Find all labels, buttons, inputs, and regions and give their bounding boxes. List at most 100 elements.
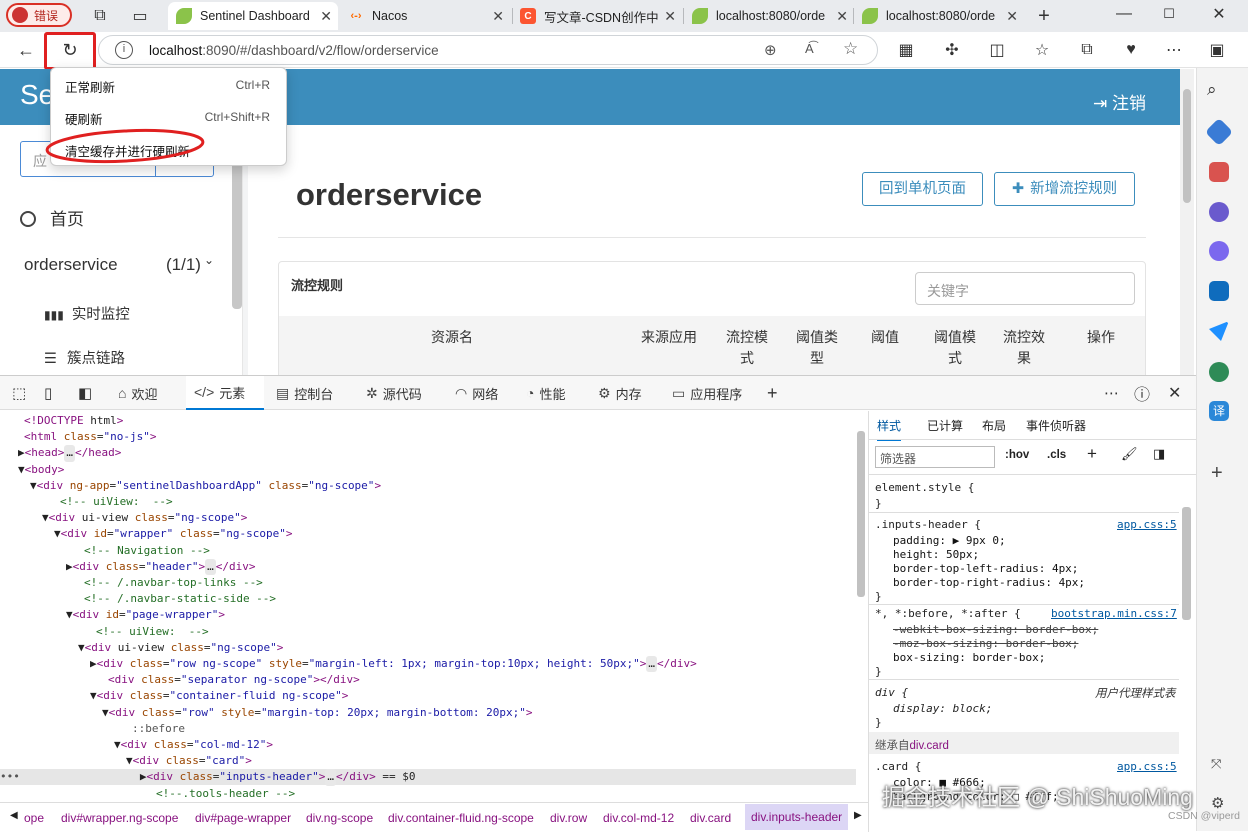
styles-scrollbar[interactable] xyxy=(1182,507,1191,620)
dom-node[interactable]: ▼<div id="page-wrapper"> xyxy=(66,607,225,623)
send-icon[interactable] xyxy=(1209,321,1229,341)
tab-sentinel[interactable]: Sentinel Dashboard ✕ xyxy=(168,2,338,30)
sidebar-toggle-icon[interactable]: ▣ xyxy=(1203,36,1231,64)
add-sidebar-icon[interactable]: + xyxy=(1211,462,1223,485)
dom-node[interactable]: ▼<div class="card"> xyxy=(126,753,252,769)
breadcrumb-item[interactable]: div.card xyxy=(690,811,731,825)
back-icon[interactable]: ← xyxy=(12,36,40,64)
crumb-right-arrow[interactable]: ▶ xyxy=(854,810,862,821)
breadcrumb-item[interactable]: div.ng-scope xyxy=(306,811,373,825)
close-icon[interactable]: ✕ xyxy=(492,8,504,25)
source-link[interactable]: bootstrap.min.css:7 xyxy=(1051,607,1177,620)
tab-localhost-1[interactable]: localhost:8080/orde ✕ xyxy=(684,2,854,30)
breadcrumb-item[interactable]: div.row xyxy=(550,811,587,825)
collections-icon[interactable]: ⧉ xyxy=(1073,36,1101,64)
close-icon[interactable]: ✕ xyxy=(664,8,676,25)
breadcrumb-item[interactable]: div#wrapper.ng-scope xyxy=(61,811,178,825)
page-scrollbar[interactable] xyxy=(1180,69,1194,375)
dom-node[interactable]: <!-- Navigation --> xyxy=(84,543,210,559)
maximize-icon[interactable]: ☐ xyxy=(1155,0,1183,28)
dom-node[interactable]: <!DOCTYPE html> xyxy=(24,413,123,429)
tab-localhost-2[interactable]: localhost:8080/orde ✕ xyxy=(854,2,1024,30)
close-icon[interactable]: ✕ xyxy=(1006,8,1018,25)
dom-node[interactable]: <!-- /.navbar-top-links --> xyxy=(84,575,263,591)
dom-node[interactable]: ▶<head>… </head> xyxy=(18,445,121,462)
tab-application[interactable]: ▭ 应用程序 xyxy=(672,376,742,410)
favorites-icon[interactable]: ☆ xyxy=(1028,36,1056,64)
dom-node[interactable]: ▶<div class="row ng-scope" style="margin… xyxy=(90,656,697,673)
search-icon[interactable]: ⌕ xyxy=(1207,80,1217,100)
reload-icon[interactable]: ↻ xyxy=(56,36,84,64)
app-icon[interactable]: ▦ xyxy=(892,36,920,64)
dom-node[interactable]: ▼<div class="row" style="margin-top: 20p… xyxy=(102,705,533,721)
workspaces-icon[interactable]: ⧉ xyxy=(86,2,114,30)
tab-actions-icon[interactable]: ▭ xyxy=(126,2,154,30)
close-icon[interactable]: ✕ xyxy=(836,8,848,25)
crumb-left-arrow[interactable]: ◀ xyxy=(10,810,18,821)
dom-node[interactable]: ▼<body> xyxy=(18,462,64,478)
menu-item-normal-reload[interactable]: 正常刷新 xyxy=(65,77,115,96)
tab-nacos[interactable]: ‹-› Nacos ✕ xyxy=(340,2,510,30)
dom-node[interactable]: ▼<div ui-view class="ng-scope"> xyxy=(78,640,283,656)
cls-toggle[interactable]: .cls xyxy=(1047,449,1066,461)
dom-node[interactable]: ▼<div class="col-md-12"> xyxy=(114,737,273,753)
hov-toggle[interactable]: :hov xyxy=(1005,449,1029,461)
help-icon[interactable]: ⓘ xyxy=(1134,376,1150,410)
dom-node[interactable]: <!--.tools-header --> xyxy=(156,786,295,801)
source-link[interactable]: app.css:5 xyxy=(1117,760,1177,773)
event-listeners-tab[interactable]: 事件侦听器 xyxy=(1026,417,1086,434)
tab-sources[interactable]: ✲ 源代码 xyxy=(366,376,422,410)
breadcrumb-item[interactable]: div.col-md-12 xyxy=(603,811,674,825)
breadcrumb-item[interactable]: div.container-fluid.ng-scope xyxy=(388,811,534,825)
dom-node[interactable]: ::before xyxy=(132,721,185,737)
tab-memory[interactable]: ⚙ 内存 xyxy=(598,376,642,410)
dom-node[interactable]: <!-- uiView: --> xyxy=(60,494,173,510)
device-emulation-icon[interactable]: ▯ xyxy=(44,376,52,410)
performance-icon[interactable]: ♥ xyxy=(1117,36,1145,64)
dom-node-selected[interactable]: ••• ▶<div class="inputs-header">… </div> =… xyxy=(0,769,856,786)
new-rule-icon[interactable]: + xyxy=(1087,444,1097,464)
styles-tab[interactable]: 样式 xyxy=(877,417,902,441)
new-tab-icon[interactable]: + xyxy=(1030,2,1058,30)
tab-network[interactable]: ◠ 网络 xyxy=(455,376,498,410)
copilot-icon[interactable] xyxy=(1209,241,1229,261)
dom-node[interactable]: ▼<div ui-view class="ng-scope"> xyxy=(42,510,247,526)
info-icon[interactable]: i xyxy=(115,41,133,59)
computed-tab[interactable]: 已计算 xyxy=(927,417,963,434)
favorite-icon[interactable]: ☆ xyxy=(843,39,858,59)
dom-tree-scrollbar[interactable] xyxy=(857,431,865,597)
outlook-icon[interactable] xyxy=(1209,281,1229,301)
close-window-icon[interactable]: ✕ xyxy=(1205,0,1233,28)
games-icon[interactable] xyxy=(1209,202,1229,222)
translate-icon[interactable]: 译 xyxy=(1209,401,1229,421)
tab-csdn[interactable]: C 写文章-CSDN创作中 ✕ xyxy=(512,2,682,30)
keyword-input[interactable]: 关键字 xyxy=(915,272,1135,305)
sidebar-item-realtime[interactable]: ▮▮▮ 实时监控 xyxy=(44,303,130,324)
sidebar-item-home[interactable]: 首页 xyxy=(20,205,84,230)
source-link[interactable]: app.css:5 xyxy=(1117,518,1177,531)
breadcrumb-item[interactable]: ope xyxy=(24,811,44,825)
back-to-single-button[interactable]: 回到单机页面 xyxy=(862,172,983,206)
dom-tree[interactable]: <!DOCTYPE html> <html class="no-js"> ▶<hea… xyxy=(0,411,858,801)
breadcrumb-item[interactable]: div.inputs-header xyxy=(745,804,849,830)
split-screen-icon[interactable]: ◫ xyxy=(983,36,1011,64)
tab-performance[interactable]: ◔ 性能 xyxy=(526,376,565,410)
extensions-icon[interactable]: ✣ xyxy=(938,36,966,64)
close-icon[interactable]: ✕ xyxy=(320,8,332,25)
dom-node[interactable]: <div class="separator ng-scope"></div> xyxy=(108,672,360,688)
more-tools-icon[interactable]: ⋯ xyxy=(1104,376,1119,410)
tag-icon[interactable] xyxy=(1204,117,1234,147)
hide-sidebar-icon[interactable]: ⤧ xyxy=(1211,756,1221,772)
dom-node[interactable]: ▼<div ng-app="sentinelDashboardApp" clas… xyxy=(30,478,381,494)
dom-node[interactable]: ▶<div class="header">… </div> xyxy=(66,558,255,575)
sidebar-pane-icon[interactable]: ◨ xyxy=(1153,446,1165,462)
logout-link[interactable]: ⇥ 注销 xyxy=(1093,89,1146,114)
add-flow-rule-button[interactable]: ✚ 新增流控规则 xyxy=(994,172,1135,206)
profile-error-badge[interactable]: 错误 xyxy=(6,3,72,27)
inspect-icon[interactable]: ⬚ xyxy=(12,376,26,410)
minimize-icon[interactable]: — xyxy=(1110,0,1138,28)
zoom-icon[interactable]: ⊕ xyxy=(764,41,777,59)
tab-welcome[interactable]: ⌂ 欢迎 xyxy=(118,376,157,410)
tools-icon[interactable] xyxy=(1209,162,1229,182)
dom-node[interactable]: <!-- /.navbar-static-side --> xyxy=(84,591,276,607)
